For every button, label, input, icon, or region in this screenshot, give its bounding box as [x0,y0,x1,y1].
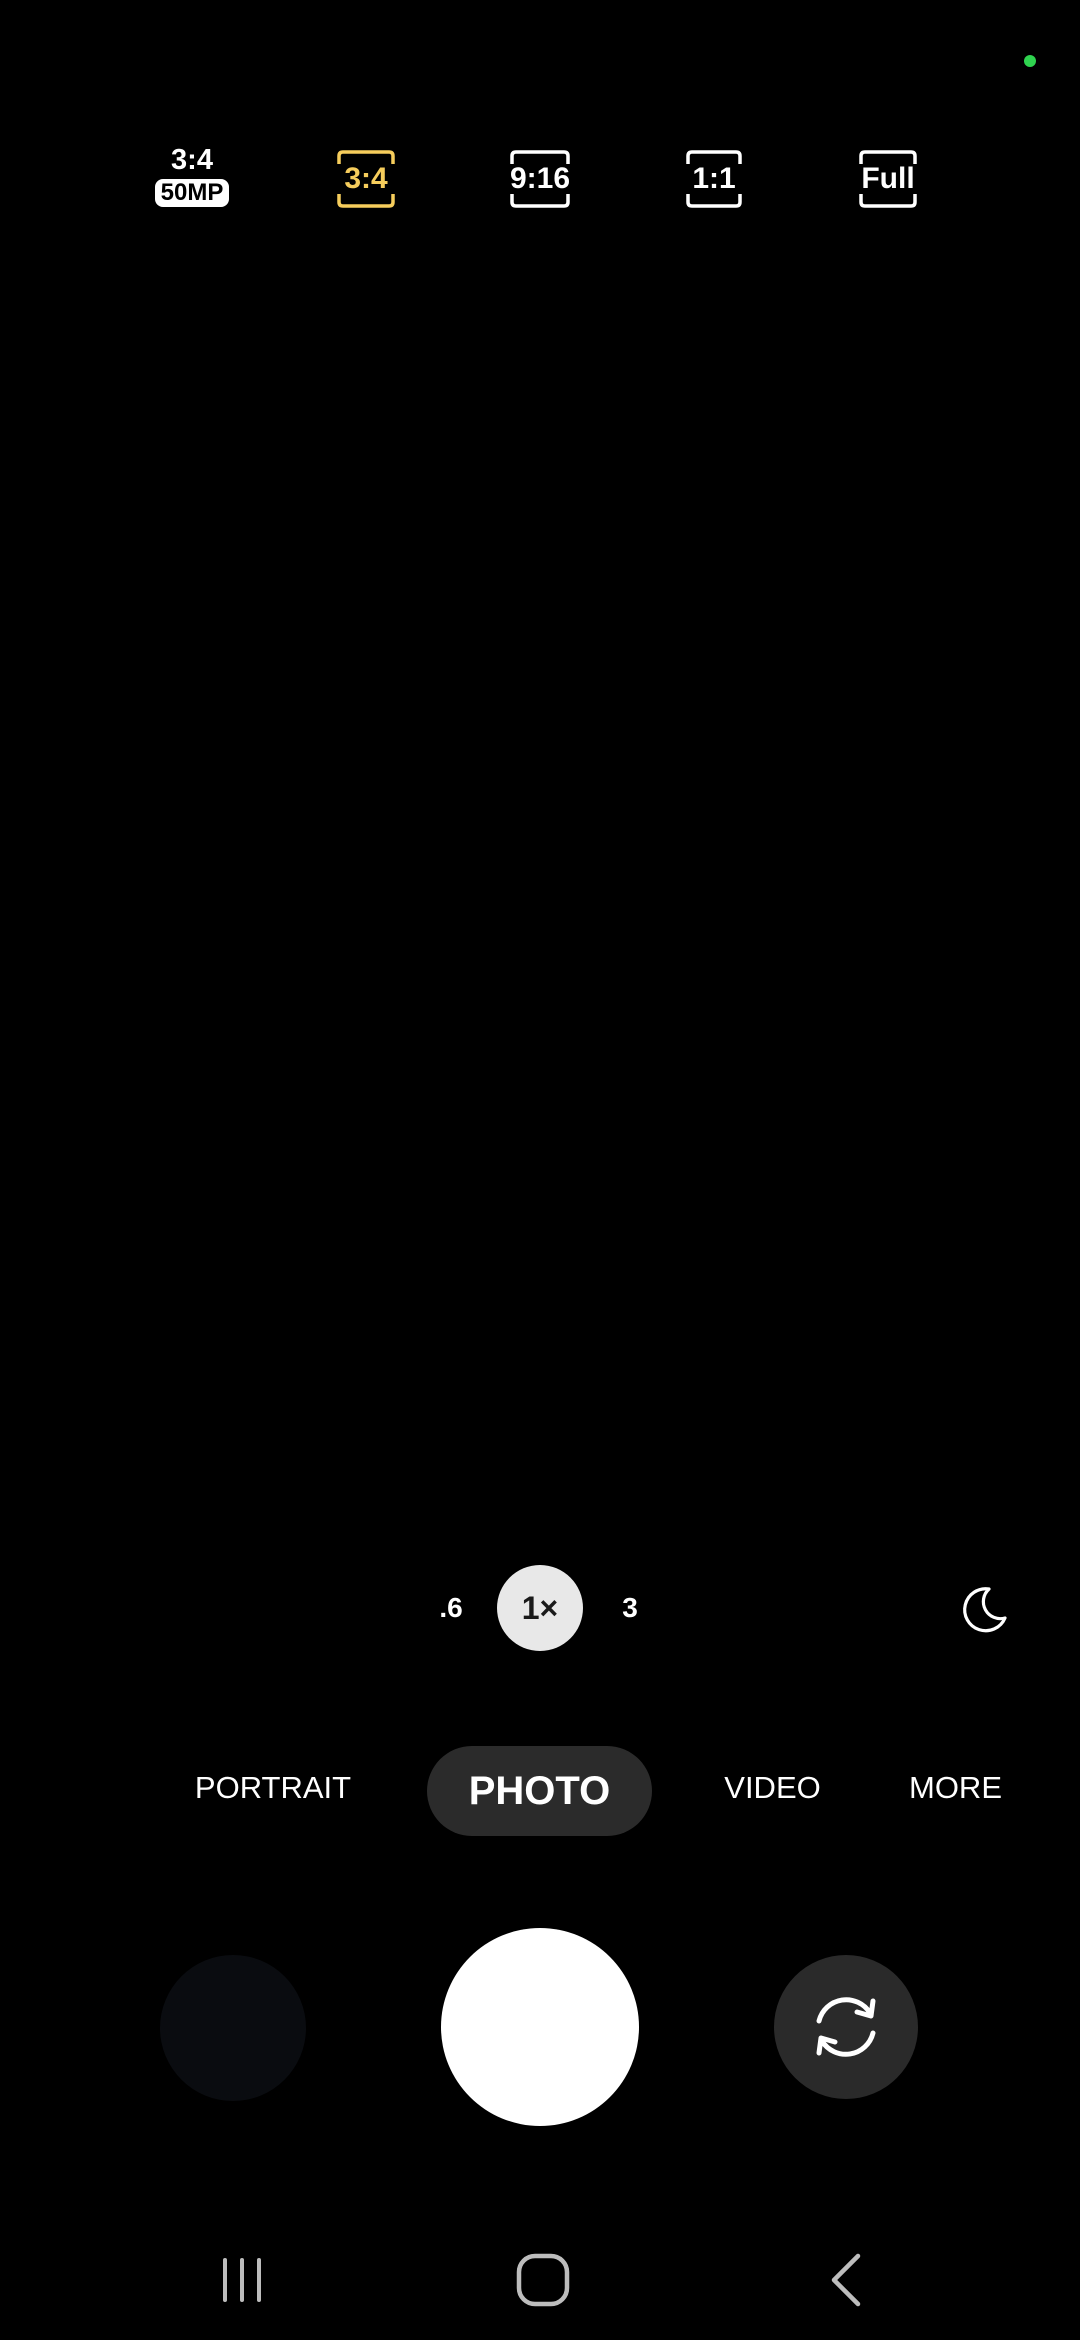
nav-home-button[interactable] [503,2245,583,2315]
night-mode-button[interactable] [959,1585,1009,1635]
ratio-9-16-button[interactable]: 9:16 [510,150,570,208]
nav-recents-button[interactable] [202,2245,282,2315]
mode-video[interactable]: VIDEO [715,1760,830,1816]
ratio-1-1-button[interactable]: 1:1 [686,150,742,208]
home-icon [516,2253,570,2307]
nav-back-button[interactable] [807,2245,887,2315]
shutter-button[interactable] [441,1928,639,2126]
ratio-full-button[interactable]: Full [859,150,917,208]
ratio-50mp-badge: 50MP [154,179,230,207]
ratio-full-label: Full [861,162,915,195]
ratio-50mp-label: 3:4 [171,144,213,176]
ratio-1-1-label: 1:1 [692,162,736,195]
zoom-ultrawide-button[interactable]: .6 [426,1588,476,1628]
ratio-3-4-button[interactable]: 3:4 [337,150,395,208]
moon-icon [963,1587,1007,1633]
recents-icon [223,2258,261,2302]
switch-camera-button[interactable] [774,1955,918,2099]
gallery-thumbnail[interactable] [160,1955,306,2101]
ratio-3-4-label: 3:4 [344,162,388,195]
zoom-3x-button[interactable]: 3 [610,1588,650,1628]
mode-more[interactable]: MORE [903,1760,1008,1816]
privacy-indicator-dot [1024,55,1036,67]
switch-camera-icon [816,1997,876,2057]
back-icon [831,2253,861,2307]
mode-portrait[interactable]: PORTRAIT [185,1760,361,1816]
zoom-1x-button[interactable]: 1× [497,1565,583,1651]
ratio-3-4-50mp-button[interactable]: 3:4 50MP [140,145,244,215]
mode-photo[interactable]: PHOTO [427,1746,652,1836]
ratio-9-16-label: 9:16 [509,162,571,195]
